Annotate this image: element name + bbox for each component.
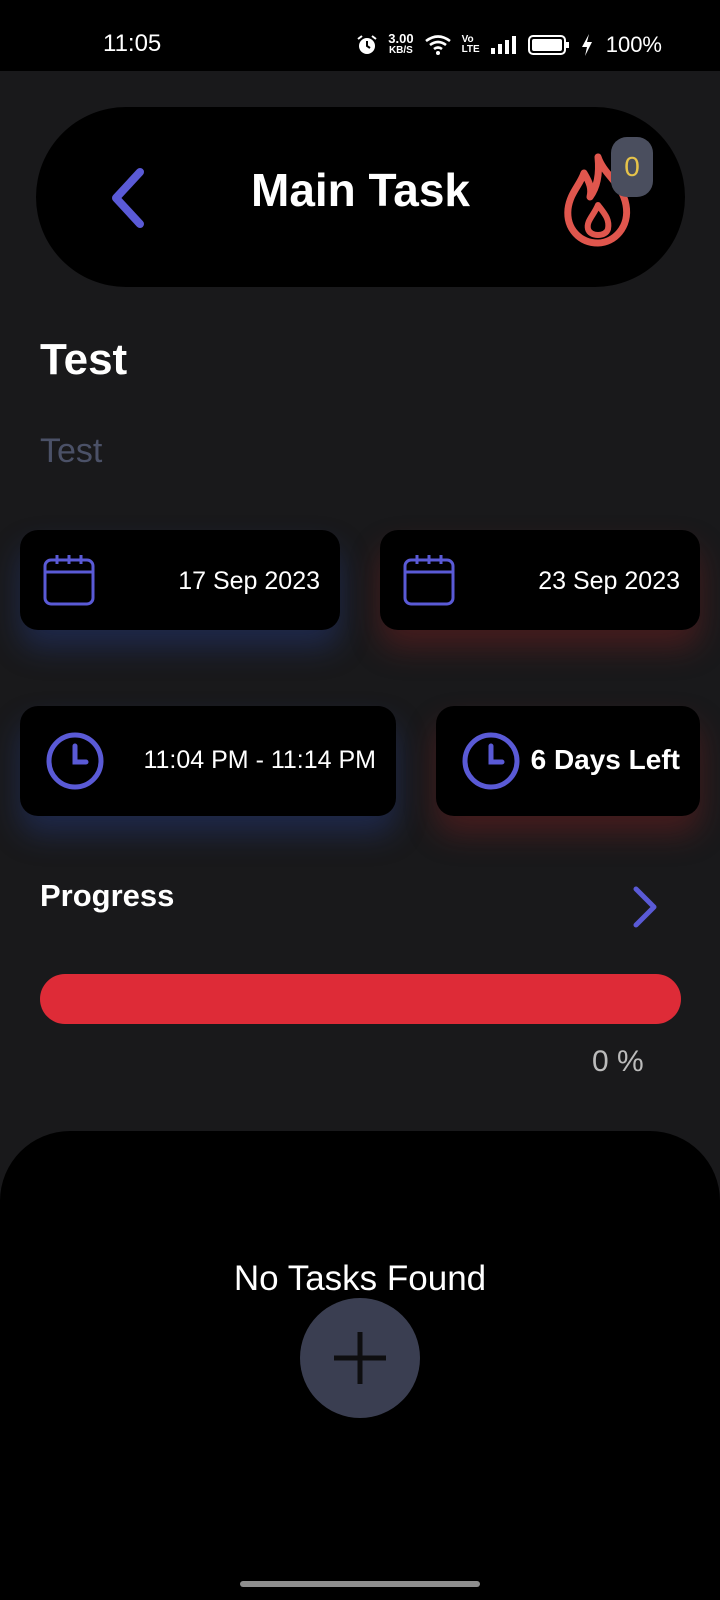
charging-icon — [581, 34, 592, 56]
time-range-value: 11:04 PM - 11:14 PM — [143, 746, 376, 774]
status-time: 11:05 — [103, 30, 162, 57]
streak-badge: 0 — [611, 137, 653, 197]
volte-indicator: Vo LTE — [462, 35, 480, 55]
signal-icon — [490, 36, 516, 54]
chevron-right-icon[interactable] — [630, 885, 660, 929]
status-bar: 11:05 3.00 KB/S Vo LTE 100% — [0, 0, 720, 71]
days-left-value: 6 Days Left — [530, 744, 680, 775]
plus-icon — [334, 1332, 386, 1384]
task-description: Test — [40, 432, 103, 470]
network-speed: 3.00 KB/S — [388, 31, 414, 57]
wifi-icon — [424, 35, 451, 55]
clock-icon — [462, 732, 520, 790]
battery-icon — [527, 35, 569, 55]
alarm-icon — [357, 35, 377, 54]
start-date-card[interactable]: 17 Sep 2023 — [20, 530, 340, 630]
start-date-value: 17 Sep 2023 — [178, 567, 320, 595]
progress-percent: 0 % — [592, 1045, 644, 1078]
progress-label: Progress — [40, 878, 175, 913]
home-indicator[interactable] — [240, 1581, 480, 1587]
end-date-value: 23 Sep 2023 — [538, 567, 680, 595]
calendar-icon — [43, 555, 95, 606]
calendar-icon — [403, 555, 455, 606]
header-bar: Main Task 0 — [36, 107, 685, 287]
end-date-card[interactable]: 23 Sep 2023 — [380, 530, 700, 630]
time-range-card[interactable]: 11:04 PM - 11:14 PM — [20, 706, 396, 816]
status-icons: 3.00 KB/S Vo LTE 100% — [356, 30, 662, 60]
volte-bottom: LTE — [461, 44, 480, 55]
progress-bar — [40, 974, 681, 1024]
days-left-card: 6 Days Left — [436, 706, 700, 816]
clock-icon — [46, 732, 104, 790]
add-task-button[interactable] — [300, 1298, 420, 1418]
empty-state-message: No Tasks Found — [233, 1259, 487, 1298]
network-speed-value: 3.00 — [388, 31, 414, 46]
network-speed-unit: KB/S — [388, 45, 413, 56]
task-title: Test — [40, 335, 128, 384]
battery-percent: 100% — [605, 32, 662, 57]
subtasks-panel: No Tasks Found — [0, 1131, 720, 1600]
